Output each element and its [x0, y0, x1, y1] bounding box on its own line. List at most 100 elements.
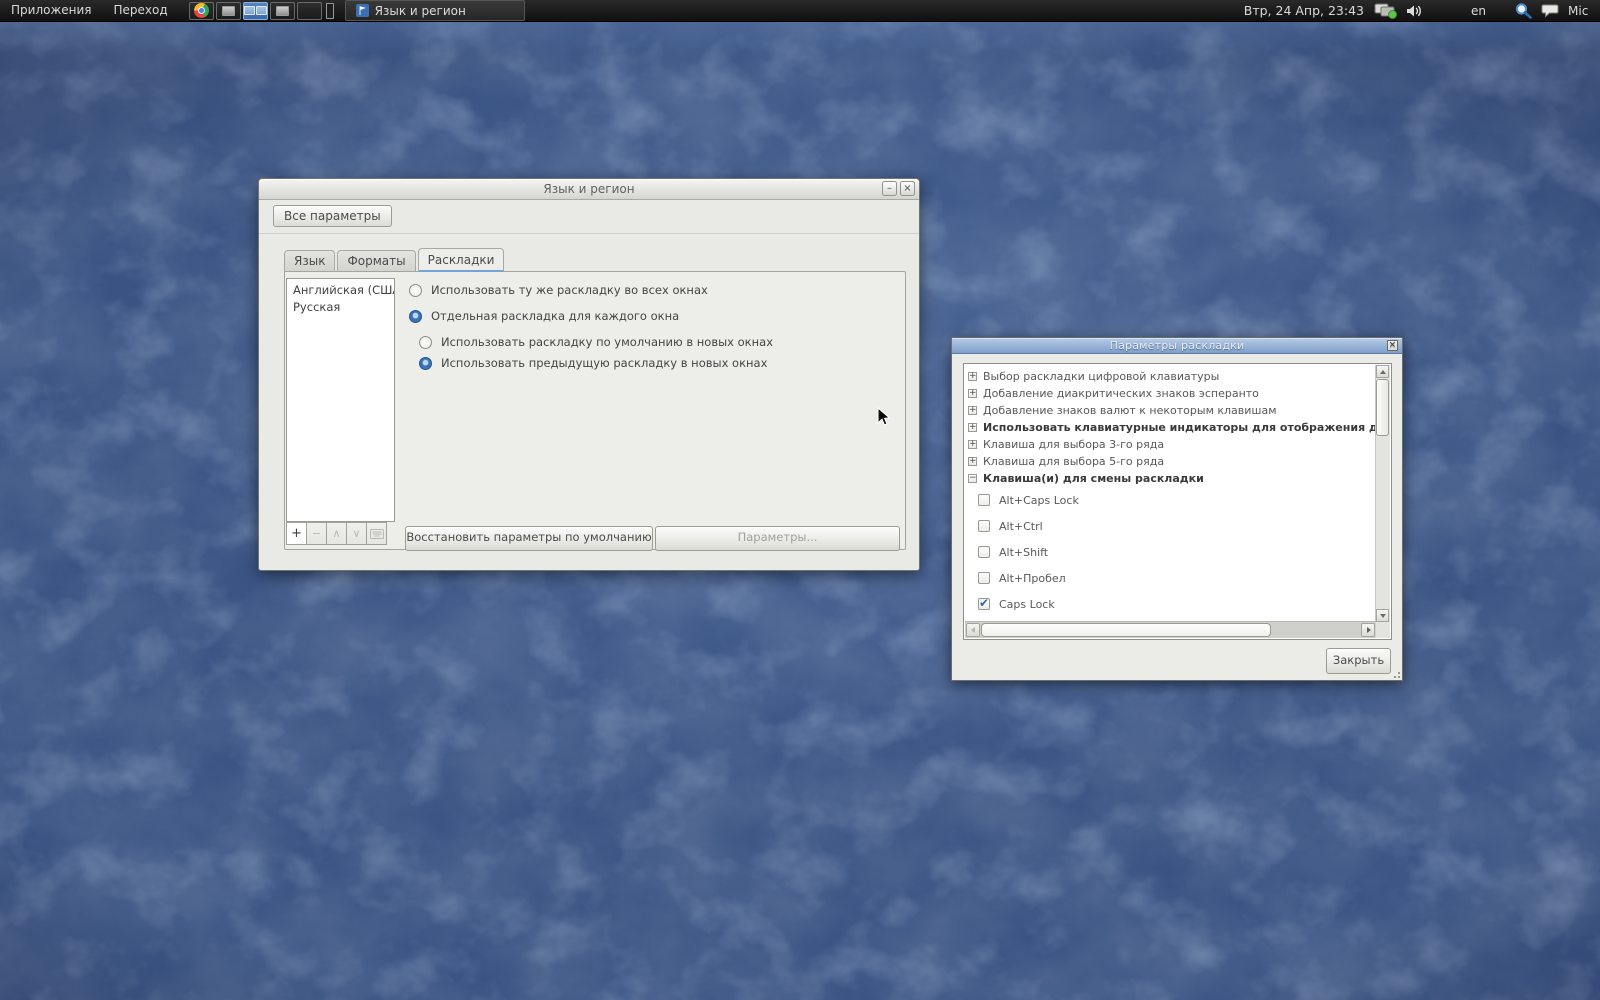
move-up-button[interactable]: ∧ — [326, 522, 347, 545]
mouse-cursor — [877, 407, 891, 426]
move-down-button[interactable]: ∨ — [346, 522, 367, 545]
checkbox-option[interactable]: Alt+Пробел — [965, 565, 1376, 591]
radio-option-default-in-new[interactable]: Использовать раскладку по умолчанию в но… — [419, 335, 773, 349]
tree-rows: + Выбор раскладки цифровой клавиатуры + … — [965, 365, 1376, 622]
remove-layout-button[interactable]: − — [306, 522, 327, 545]
tab-layouts[interactable]: Раскладки — [417, 248, 505, 272]
menu-places[interactable]: Переход — [103, 0, 179, 21]
radio-option-separate-layout[interactable]: Отдельная раскладка для каждого окна — [409, 309, 679, 323]
radio-label: Отдельная раскладка для каждого окна — [431, 309, 680, 323]
expander-icon[interactable]: + — [968, 457, 977, 466]
workspace-4[interactable] — [296, 1, 322, 20]
close-dialog-button[interactable]: Закрыть — [1326, 648, 1391, 674]
window-thumbnail-icon — [243, 6, 255, 15]
restore-defaults-button[interactable]: Восстановить параметры по умолчанию — [405, 526, 653, 551]
menu-applications[interactable]: Приложения — [0, 0, 103, 21]
keyboard-icon — [369, 529, 384, 539]
tree-item-label: Использовать клавиатурные индикаторы для… — [983, 421, 1376, 434]
checkbox-option[interactable]: Alt+Shift — [965, 539, 1376, 565]
expander-icon[interactable]: + — [968, 389, 977, 398]
layout-options-button[interactable]: Параметры... — [655, 526, 900, 551]
scroll-down-button[interactable] — [1376, 609, 1389, 622]
checkbox-label: Alt+Shift — [999, 545, 1049, 559]
applet-handle[interactable] — [325, 2, 334, 19]
radio-icon — [419, 356, 432, 370]
tab-formats[interactable]: Форматы — [337, 250, 416, 271]
radio-option-previous-in-new[interactable]: Использовать предыдущую раскладку в новы… — [419, 356, 767, 370]
clock[interactable]: Втр, 24 Апр, 23:43 — [1244, 3, 1364, 18]
dialog-titlebar[interactable]: Параметры раскладки × — [952, 338, 1402, 354]
checkbox-label: Alt+Пробел — [999, 571, 1066, 585]
tree-item[interactable]: + Добавление знаков валют к некоторым кл… — [965, 402, 1376, 419]
tab-language[interactable]: Язык — [284, 250, 336, 271]
workspace-2-active[interactable] — [242, 1, 268, 20]
taskbar-item-language-region[interactable]: Язык и регион — [344, 0, 525, 21]
checkbox-label: Caps Lock — [999, 597, 1055, 611]
checkbox[interactable] — [978, 546, 990, 558]
add-layout-button[interactable]: + — [286, 522, 307, 545]
settings-toolbar: Все параметры — [259, 200, 919, 234]
vertical-scrollbar[interactable] — [1375, 365, 1390, 622]
layout-list-item[interactable]: Русская — [287, 299, 394, 316]
expander-icon[interactable]: + — [968, 440, 977, 449]
checkbox[interactable] — [978, 596, 990, 610]
checkbox[interactable] — [978, 494, 990, 506]
workspace-3[interactable] — [269, 1, 295, 20]
expander-icon[interactable]: + — [968, 372, 977, 381]
tree-item[interactable]: + Добавление диакритических знаков эспер… — [965, 385, 1376, 402]
tree-item[interactable]: − Клавиша(и) для смены раскладки — [965, 470, 1376, 487]
layout-list-item[interactable]: Английская (США) — [287, 282, 394, 299]
horizontal-scrollbar-thumb[interactable] — [981, 623, 1271, 637]
radio-icon — [419, 335, 432, 349]
minimize-button[interactable]: – — [882, 181, 897, 196]
expander-icon[interactable]: + — [968, 423, 977, 432]
system-tray: Втр, 24 Апр, 23:43 en Mic — [1244, 0, 1600, 21]
close-button[interactable]: × — [900, 181, 915, 196]
resize-grip[interactable] — [1391, 669, 1400, 678]
tree-item-label: Добавление диакритических знаков эсперан… — [983, 387, 1259, 400]
workspace-1[interactable] — [215, 1, 241, 20]
horizontal-scrollbar[interactable] — [965, 621, 1376, 638]
checkbox[interactable] — [978, 572, 990, 584]
scroll-right-button[interactable] — [1361, 623, 1375, 637]
layouts-list-toolbar: + − ∧ ∨ — [286, 522, 387, 545]
chrome-launcher[interactable] — [188, 1, 214, 20]
tab-bar: Язык Форматы Раскладки — [284, 248, 506, 272]
checkbox-option[interactable]: Caps Lock — [965, 591, 1376, 617]
magnifier-icon[interactable] — [1514, 2, 1533, 19]
expander-icon[interactable]: + — [968, 406, 977, 415]
tree-item[interactable]: + Использовать клавиатурные индикаторы д… — [965, 419, 1376, 436]
preview-layout-button[interactable] — [366, 522, 387, 545]
chat-bubble-icon[interactable] — [1541, 3, 1560, 18]
scroll-left-button[interactable] — [966, 623, 980, 637]
layouts-list: Английская (США) Русская — [286, 278, 395, 522]
window-thumbnail-icon — [221, 5, 235, 16]
tree-item[interactable]: + Клавиша для выбора 5-го ряда — [965, 453, 1376, 470]
volume-icon[interactable] — [1406, 4, 1425, 18]
checkbox-option[interactable]: Alt+Caps Lock — [965, 487, 1376, 513]
network-icon[interactable] — [1374, 2, 1398, 19]
options-tree: + Выбор раскладки цифровой клавиатуры + … — [963, 363, 1392, 640]
tree-item-label: Клавиша(и) для смены раскладки — [983, 472, 1204, 485]
tree-item[interactable]: + Клавиша для выбора 3-го ряда — [965, 436, 1376, 453]
checkbox[interactable] — [978, 520, 990, 532]
tree-item[interactable]: + Выбор раскладки цифровой клавиатуры — [965, 368, 1376, 385]
window-thumbnail-icon — [255, 6, 267, 15]
checkbox-label: Alt+Ctrl — [999, 519, 1043, 533]
window-language-region: Язык и регион – × Все параметры Язык Фор… — [258, 178, 920, 571]
radio-option-same-layout[interactable]: Использовать ту же раскладку во всех окн… — [409, 283, 708, 297]
keyboard-layout-indicator[interactable]: en — [1471, 4, 1486, 18]
checkbox-option[interactable]: Alt+Ctrl — [965, 513, 1376, 539]
all-settings-button[interactable]: Все параметры — [273, 205, 392, 227]
workspace-switcher — [188, 1, 334, 20]
tree-item-label: Клавиша для выбора 5-го ряда — [983, 455, 1165, 468]
vertical-scrollbar-thumb[interactable] — [1376, 379, 1389, 436]
scroll-up-button[interactable] — [1376, 365, 1389, 378]
close-button[interactable]: × — [1387, 340, 1398, 351]
window-layout-options: Параметры раскладки × + Выбор раскладки … — [951, 337, 1403, 681]
window-thumbnail-icon — [275, 5, 289, 16]
expander-icon[interactable]: − — [968, 474, 977, 483]
window-titlebar[interactable]: Язык и регион – × — [259, 179, 919, 200]
dialog-title: Параметры раскладки — [1109, 339, 1245, 352]
radio-label: Использовать предыдущую раскладку в новы… — [441, 356, 768, 370]
